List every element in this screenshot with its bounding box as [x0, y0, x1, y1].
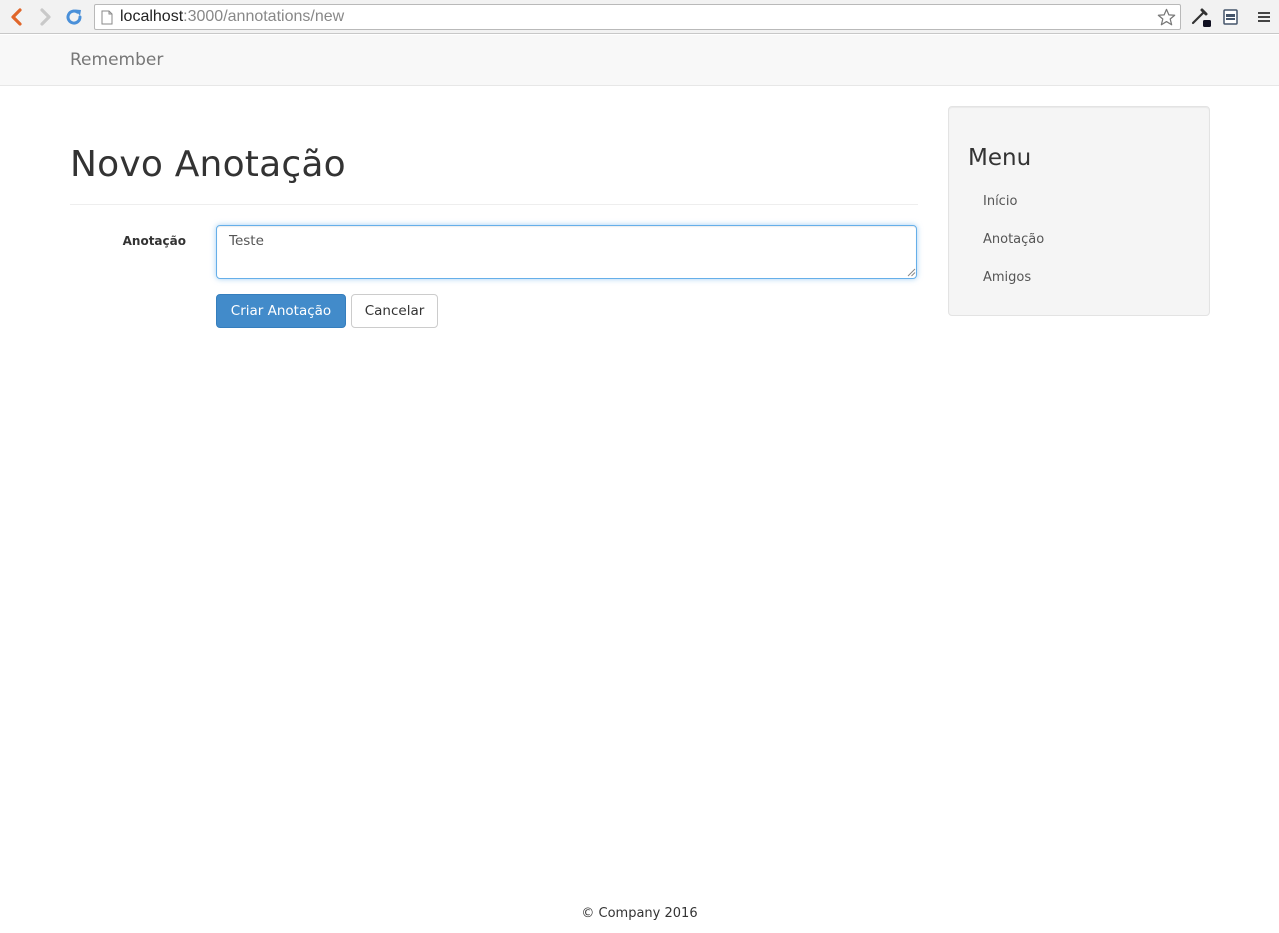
- footer-copyright: © Company 2016: [581, 906, 698, 921]
- address-bar[interactable]: localhost:3000/annotations/new: [94, 4, 1181, 30]
- resize-grip-icon[interactable]: [907, 268, 916, 277]
- sidebar-item-anotacao[interactable]: Anotação: [983, 232, 1044, 247]
- brand-link[interactable]: Remember: [70, 50, 163, 70]
- chevron-left-icon: [11, 8, 22, 26]
- url-path: :3000/annotations/new: [183, 8, 345, 25]
- url-host: localhost: [120, 8, 184, 25]
- eyedropper-icon: [1191, 8, 1211, 27]
- url-text: localhost:3000/annotations/new: [120, 5, 344, 29]
- browser-menu-button[interactable]: [1253, 6, 1275, 28]
- cancel-button[interactable]: Cancelar: [351, 294, 438, 328]
- extension-icon: [1223, 9, 1238, 25]
- sidebar-item-inicio[interactable]: Início: [983, 194, 1017, 209]
- annotation-textarea[interactable]: Teste: [216, 225, 917, 279]
- sidebar-item-amigos[interactable]: Amigos: [983, 270, 1031, 285]
- chevron-right-icon: [40, 8, 51, 26]
- annotation-field-label: Anotação: [122, 234, 186, 248]
- page-title: Novo Anotação: [70, 144, 346, 185]
- forward-button[interactable]: [34, 5, 58, 29]
- sidebar-title: Menu: [968, 145, 1032, 171]
- star-icon[interactable]: [1157, 8, 1176, 27]
- reload-icon: [66, 9, 82, 25]
- sidebar-menu: Menu Início Anotação Amigos: [948, 106, 1210, 316]
- page-icon: [101, 10, 113, 25]
- browser-toolbar: localhost:3000/annotations/new: [0, 0, 1279, 34]
- title-divider: [70, 204, 918, 205]
- eyedropper-extension-button[interactable]: [1190, 6, 1212, 28]
- reload-button[interactable]: [62, 5, 86, 29]
- create-annotation-button[interactable]: Criar Anotação: [216, 294, 346, 328]
- hamburger-menu-icon: [1258, 12, 1270, 22]
- extension-button[interactable]: [1220, 6, 1242, 28]
- app-navbar: Remember: [0, 35, 1279, 86]
- back-button[interactable]: [4, 5, 28, 29]
